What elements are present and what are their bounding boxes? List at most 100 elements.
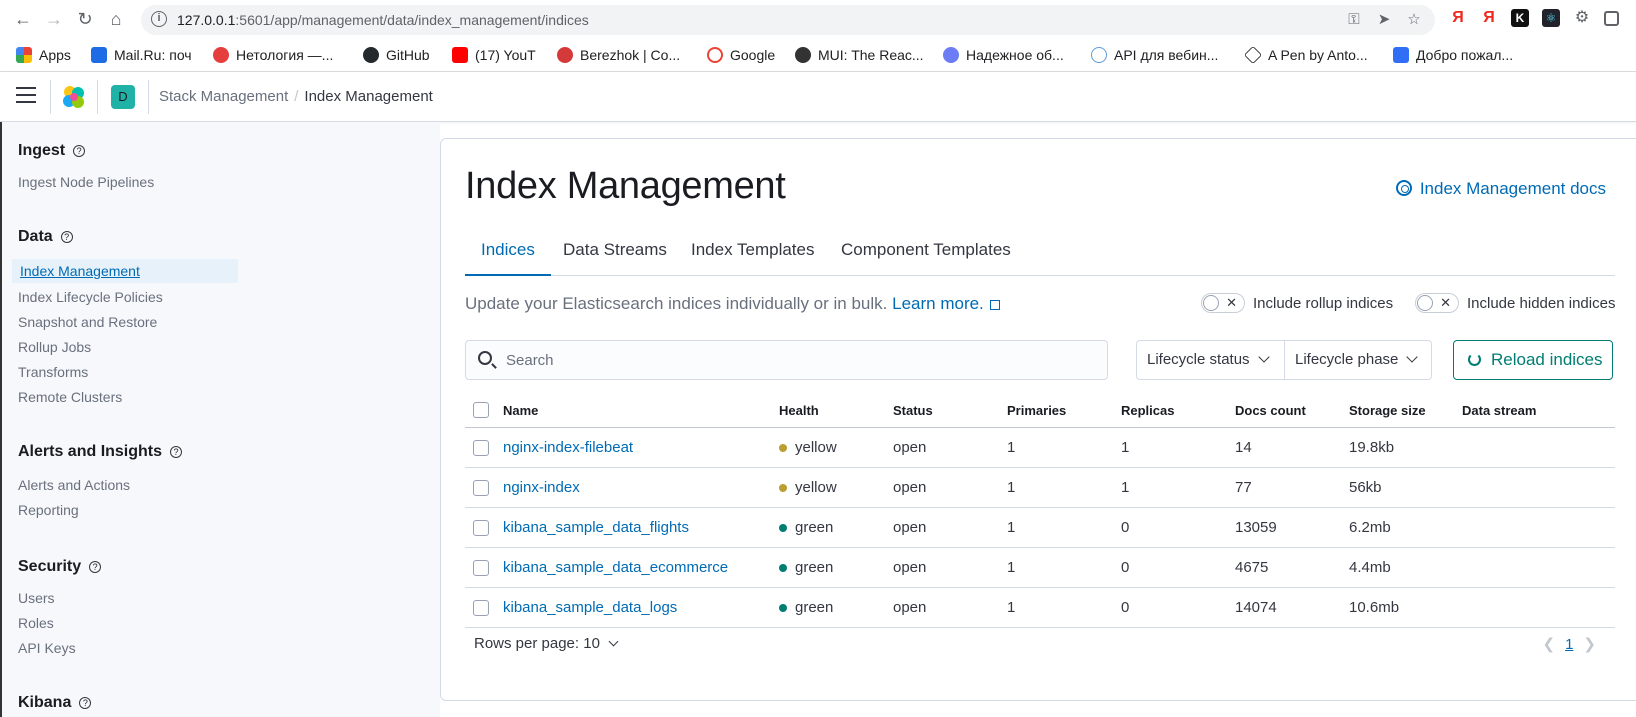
- index-management-docs-link[interactable]: Index Management docs: [1395, 179, 1606, 199]
- forward-icon[interactable]: →: [43, 8, 65, 30]
- row-checkbox[interactable]: [473, 599, 489, 616]
- extensions-puzzle-icon[interactable]: ⚙: [1573, 9, 1591, 27]
- include-hidden-toggle[interactable]: ✕ Include hidden indices: [1415, 293, 1615, 313]
- reload-indices-button[interactable]: Reload indices: [1453, 340, 1613, 380]
- bookmark-dobro[interactable]: Добро пожал...: [1393, 45, 1513, 65]
- chevron-down-icon: [608, 636, 619, 647]
- row-checkbox[interactable]: [473, 559, 489, 576]
- k-extension-icon[interactable]: K: [1511, 9, 1529, 27]
- tab-index-templates[interactable]: Index Templates: [675, 235, 830, 276]
- space-avatar[interactable]: D: [111, 85, 135, 109]
- bookmark-api-webinar[interactable]: API для вебин...: [1091, 45, 1218, 65]
- cross-icon: ✕: [1440, 295, 1451, 310]
- help-icon[interactable]: ?: [89, 561, 102, 573]
- index-name-link[interactable]: nginx-index: [503, 468, 580, 507]
- breadcrumb-stack-management[interactable]: Stack Management: [159, 88, 288, 105]
- row-checkbox[interactable]: [473, 519, 489, 536]
- column-header-storage-size[interactable]: Storage size: [1349, 393, 1426, 427]
- row-checkbox[interactable]: [473, 439, 489, 456]
- yandex-extension-icon[interactable]: Я: [1449, 9, 1467, 27]
- column-header-docs-count[interactable]: Docs count: [1235, 393, 1306, 427]
- nav-item-index-lifecycle-policies[interactable]: Index Lifecycle Policies: [18, 289, 163, 305]
- learn-more-link[interactable]: Learn more.: [892, 294, 984, 313]
- yandex-extension-icon-2[interactable]: Я: [1480, 9, 1498, 27]
- pagination: ❮ 1 ❯: [1533, 635, 1607, 653]
- column-header-replicas[interactable]: Replicas: [1121, 393, 1174, 427]
- back-icon[interactable]: ←: [12, 8, 34, 30]
- nav-item-transforms[interactable]: Transforms: [18, 364, 88, 380]
- home-icon[interactable]: ⌂: [105, 8, 127, 30]
- status-cell: open: [893, 599, 927, 616]
- nav-item-roles[interactable]: Roles: [18, 615, 54, 631]
- help-icon[interactable]: ?: [73, 145, 86, 157]
- index-name-link[interactable]: kibana_sample_data_ecommerce: [503, 548, 728, 587]
- nav-item-snapshot-and-restore[interactable]: Snapshot and Restore: [18, 314, 157, 330]
- nav-item-remote-clusters[interactable]: Remote Clusters: [18, 389, 122, 405]
- site-info-icon[interactable]: i: [151, 11, 167, 27]
- nav-item-alerts-and-actions[interactable]: Alerts and Actions: [18, 477, 130, 493]
- tab-indices[interactable]: Indices: [465, 235, 551, 276]
- bookmark-mailru[interactable]: Mail.Ru: поч: [91, 45, 192, 65]
- tab-data-streams[interactable]: Data Streams: [547, 235, 683, 276]
- nav-item-ingest-node-pipelines[interactable]: Ingest Node Pipelines: [18, 174, 154, 190]
- page-number[interactable]: 1: [1565, 636, 1573, 653]
- include-rollup-toggle[interactable]: ✕ Include rollup indices: [1201, 293, 1393, 313]
- column-header-data-stream[interactable]: Data stream: [1462, 393, 1536, 427]
- bookmark-github[interactable]: GitHub: [363, 45, 430, 65]
- replicas-cell: 0: [1121, 559, 1130, 576]
- table-row: nginx-index yellow open 1 1 77 56kb: [465, 468, 1615, 508]
- status-cell: open: [893, 519, 927, 536]
- next-page-icon[interactable]: ❯: [1583, 636, 1596, 653]
- share-icon[interactable]: ➤: [1375, 11, 1393, 29]
- status-cell: open: [893, 479, 927, 496]
- bookmark-netology[interactable]: Нетология —...: [213, 45, 333, 65]
- bookmarks-bar: Apps Mail.Ru: поч Нетология —... GitHub …: [0, 38, 1636, 72]
- bookmark-google[interactable]: Google: [707, 45, 775, 65]
- help-icon[interactable]: ?: [79, 697, 92, 709]
- bookmark-codepen[interactable]: A Pen by Anto...: [1243, 45, 1368, 65]
- column-header-name[interactable]: Name: [503, 393, 538, 427]
- search-box: [465, 340, 1108, 380]
- mailru-icon: [91, 47, 107, 63]
- index-name-link[interactable]: kibana_sample_data_flights: [503, 508, 689, 547]
- bookmark-youtube[interactable]: (17) YouT: [452, 45, 536, 65]
- search-input[interactable]: [506, 341, 1096, 379]
- column-header-health[interactable]: Health: [779, 393, 819, 427]
- toggle-switch[interactable]: ✕: [1415, 293, 1459, 313]
- bookmark-nadezhnoe[interactable]: Надежное об...: [943, 45, 1064, 65]
- nav-item-reporting[interactable]: Reporting: [18, 502, 79, 518]
- nav-item-users[interactable]: Users: [18, 590, 55, 606]
- column-header-status[interactable]: Status: [893, 393, 933, 427]
- lifecycle-status-filter[interactable]: Lifecycle status: [1137, 341, 1270, 379]
- header-divider: [97, 80, 98, 114]
- previous-page-icon[interactable]: ❮: [1543, 636, 1556, 653]
- url-text[interactable]: 127.0.0.1:5601/app/management/data/index…: [177, 12, 589, 28]
- bookmark-mui[interactable]: MUI: The Reac...: [795, 45, 924, 65]
- reload-page-icon[interactable]: ↻: [74, 8, 96, 30]
- toggle-switch[interactable]: ✕: [1201, 293, 1245, 313]
- header-divider: [50, 80, 51, 114]
- row-checkbox[interactable]: [473, 479, 489, 496]
- bookmark-star-icon[interactable]: ☆: [1405, 11, 1423, 29]
- key-icon[interactable]: ⚿: [1345, 11, 1363, 29]
- tab-component-templates[interactable]: Component Templates: [825, 235, 1027, 276]
- external-link-icon: [989, 300, 1000, 310]
- index-name-link[interactable]: kibana_sample_data_logs: [503, 588, 677, 627]
- react-devtools-icon[interactable]: ⚛: [1542, 9, 1560, 27]
- menu-icon[interactable]: [16, 87, 36, 105]
- column-header-primaries[interactable]: Primaries: [1007, 393, 1066, 427]
- rows-per-page-select[interactable]: Rows per page: 10: [474, 635, 619, 652]
- nav-item-rollup-jobs[interactable]: Rollup Jobs: [18, 339, 91, 355]
- side-panel-icon[interactable]: [1604, 11, 1619, 26]
- nav-item-index-management[interactable]: Index Management: [12, 259, 238, 283]
- elastic-logo-icon[interactable]: [61, 84, 87, 110]
- nav-item-api-keys[interactable]: API Keys: [18, 640, 76, 656]
- bookmark-apps[interactable]: Apps: [16, 45, 71, 65]
- address-bar[interactable]: i 127.0.0.1:5601/app/management/data/ind…: [141, 5, 1435, 35]
- lifecycle-phase-filter[interactable]: Lifecycle phase: [1285, 341, 1419, 379]
- help-icon[interactable]: ?: [170, 446, 183, 458]
- bookmark-berezhok[interactable]: Berezhok | Co...: [557, 45, 680, 65]
- select-all-checkbox[interactable]: [473, 402, 489, 418]
- index-name-link[interactable]: nginx-index-filebeat: [503, 428, 633, 467]
- help-icon[interactable]: ?: [60, 231, 73, 243]
